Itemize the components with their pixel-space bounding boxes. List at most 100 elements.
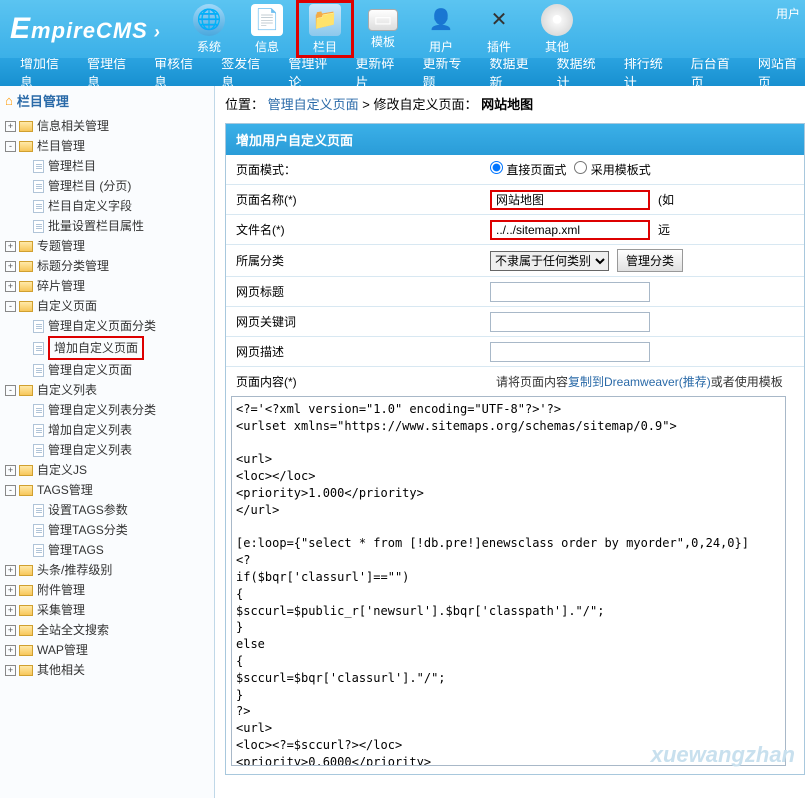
tree-file[interactable]: 增加自定义列表 — [19, 420, 209, 440]
tree-folder[interactable]: + 附件管理 — [5, 580, 209, 600]
expand-icon[interactable]: + — [5, 585, 16, 596]
nav-system[interactable]: 🌐系统 — [180, 0, 238, 58]
expand-icon[interactable]: + — [5, 605, 16, 616]
mode-direct[interactable]: 直接页面式 — [490, 161, 566, 178]
tree-label[interactable]: 全站全文搜索 — [37, 620, 109, 640]
tree-file[interactable]: 管理自定义页面 — [19, 360, 209, 380]
expand-icon[interactable]: + — [5, 645, 16, 656]
nav-info[interactable]: 📄信息 — [238, 0, 296, 58]
dreamweaver-link[interactable]: 复制到Dreamweaver(推荐) — [568, 375, 711, 389]
tree-label[interactable]: 管理栏目 — [48, 156, 96, 176]
tree-label[interactable]: 管理自定义页面分类 — [48, 316, 156, 336]
tree-label[interactable]: 头条/推荐级别 — [37, 560, 112, 580]
keywords-label: 网页关键词 — [226, 308, 486, 335]
info-icon: 📄 — [251, 4, 283, 36]
tree-file[interactable]: 管理TAGS — [19, 540, 209, 560]
expand-icon[interactable]: - — [5, 485, 16, 496]
tree-file[interactable]: 管理自定义列表分类 — [19, 400, 209, 420]
expand-icon[interactable]: + — [5, 625, 16, 636]
tree-folder[interactable]: - 自定义列表 — [5, 380, 209, 400]
tree-file[interactable]: 栏目自定义字段 — [19, 196, 209, 216]
nav-other[interactable]: ●其他 — [528, 0, 586, 58]
tree-label[interactable]: TAGS管理 — [37, 480, 93, 500]
filename-input[interactable] — [490, 220, 650, 240]
sidebar-tree: + 信息相关管理 - 栏目管理管理栏目管理栏目 (分页)栏目自定义字段批量设置栏目属性… — [5, 116, 209, 680]
expand-icon[interactable]: - — [5, 141, 16, 152]
tree-label[interactable]: WAP管理 — [37, 640, 88, 660]
nav-template[interactable]: ▭模板 — [354, 0, 412, 58]
tree-folder[interactable]: - TAGS管理 — [5, 480, 209, 500]
tree-file[interactable]: 设置TAGS参数 — [19, 500, 209, 520]
tree-label[interactable]: 碎片管理 — [37, 276, 85, 296]
tree-folder[interactable]: + 信息相关管理 — [5, 116, 209, 136]
tree-file[interactable]: 批量设置栏目属性 — [19, 216, 209, 236]
expand-icon[interactable]: + — [5, 465, 16, 476]
tree-label[interactable]: 附件管理 — [37, 580, 85, 600]
tree-label[interactable]: 信息相关管理 — [37, 116, 109, 136]
expand-icon[interactable]: - — [5, 385, 16, 396]
tree-file[interactable]: 管理自定义列表 — [19, 440, 209, 460]
expand-icon[interactable]: + — [5, 241, 16, 252]
tree-folder[interactable]: + 自定义JS — [5, 460, 209, 480]
tree-label[interactable]: 栏目自定义字段 — [48, 196, 132, 216]
tree-file[interactable]: 管理TAGS分类 — [19, 520, 209, 540]
tree-label[interactable]: 自定义JS — [37, 460, 87, 480]
tree-label[interactable]: 增加自定义页面 — [48, 336, 144, 360]
tree-label[interactable]: 增加自定义列表 — [48, 420, 132, 440]
tree-label[interactable]: 设置TAGS参数 — [48, 500, 128, 520]
tree-label[interactable]: 标题分类管理 — [37, 256, 109, 276]
tree-label[interactable]: 管理TAGS分类 — [48, 520, 128, 540]
expand-icon[interactable]: - — [5, 301, 16, 312]
tree-file[interactable]: 管理栏目 — [19, 156, 209, 176]
mode-template[interactable]: 采用模板式 — [574, 161, 650, 178]
expand-icon[interactable]: + — [5, 281, 16, 292]
form-box: 增加用户自定义页面 页面模式： 直接页面式 采用模板式 页面名称(*) (如 文… — [225, 123, 805, 775]
tree-label[interactable]: 管理自定义页面 — [48, 360, 132, 380]
pagename-label: 页面名称(*) — [226, 186, 486, 213]
description-input[interactable] — [490, 342, 650, 362]
tree-label[interactable]: 自定义列表 — [37, 380, 97, 400]
expand-icon[interactable]: + — [5, 665, 16, 676]
tree-folder[interactable]: + 其他相关 — [5, 660, 209, 680]
tree-folder[interactable]: + 标题分类管理 — [5, 256, 209, 276]
tree-folder[interactable]: + 专题管理 — [5, 236, 209, 256]
nav-column[interactable]: 📁栏目 — [296, 0, 354, 58]
tree-label[interactable]: 其他相关 — [37, 660, 85, 680]
expand-icon[interactable]: + — [5, 121, 16, 132]
tree-file[interactable]: 增加自定义页面 — [19, 336, 209, 360]
webtitle-input[interactable] — [490, 282, 650, 302]
file-icon — [33, 444, 44, 457]
tree-label[interactable]: 管理自定义列表分类 — [48, 400, 156, 420]
tree-file[interactable]: 管理栏目 (分页) — [19, 176, 209, 196]
tree-folder[interactable]: - 栏目管理 — [5, 136, 209, 156]
expand-icon[interactable]: + — [5, 261, 16, 272]
category-select[interactable]: 不隶属于任何类别 — [490, 251, 609, 271]
file-icon — [33, 524, 44, 537]
tree-folder[interactable]: + 头条/推荐级别 — [5, 560, 209, 580]
nav-plugin[interactable]: ✕插件 — [470, 0, 528, 58]
tree-folder[interactable]: + 采集管理 — [5, 600, 209, 620]
tree-label[interactable]: 栏目管理 — [37, 136, 85, 156]
pagename-input[interactable] — [490, 190, 650, 210]
manage-category-button[interactable]: 管理分类 — [617, 249, 683, 272]
top-right-link[interactable]: 用户 — [776, 5, 800, 22]
tree-folder[interactable]: + WAP管理 — [5, 640, 209, 660]
tree-label[interactable]: 管理栏目 (分页) — [48, 176, 131, 196]
tree-folder[interactable]: + 全站全文搜索 — [5, 620, 209, 640]
nav-user[interactable]: 👤用户 — [412, 0, 470, 58]
page-content-textarea[interactable] — [231, 396, 786, 766]
sidebar: ⌂ 栏目管理 +信息相关管理-栏目管理管理栏目管理栏目 (分页)栏目自定义字段批… — [0, 86, 215, 798]
tree-label[interactable]: 采集管理 — [37, 600, 85, 620]
expand-icon[interactable]: + — [5, 565, 16, 576]
tree-label[interactable]: 管理TAGS — [48, 540, 104, 560]
tree-label[interactable]: 自定义页面 — [37, 296, 97, 316]
breadcrumb-link[interactable]: 管理自定义页面 — [268, 97, 359, 112]
keywords-input[interactable] — [490, 312, 650, 332]
folder-icon — [19, 565, 33, 576]
tree-folder[interactable]: + 碎片管理 — [5, 276, 209, 296]
tree-label[interactable]: 批量设置栏目属性 — [48, 216, 144, 236]
tree-folder[interactable]: - 自定义页面 — [5, 296, 209, 316]
tree-label[interactable]: 专题管理 — [37, 236, 85, 256]
tree-label[interactable]: 管理自定义列表 — [48, 440, 132, 460]
tree-file[interactable]: 管理自定义页面分类 — [19, 316, 209, 336]
